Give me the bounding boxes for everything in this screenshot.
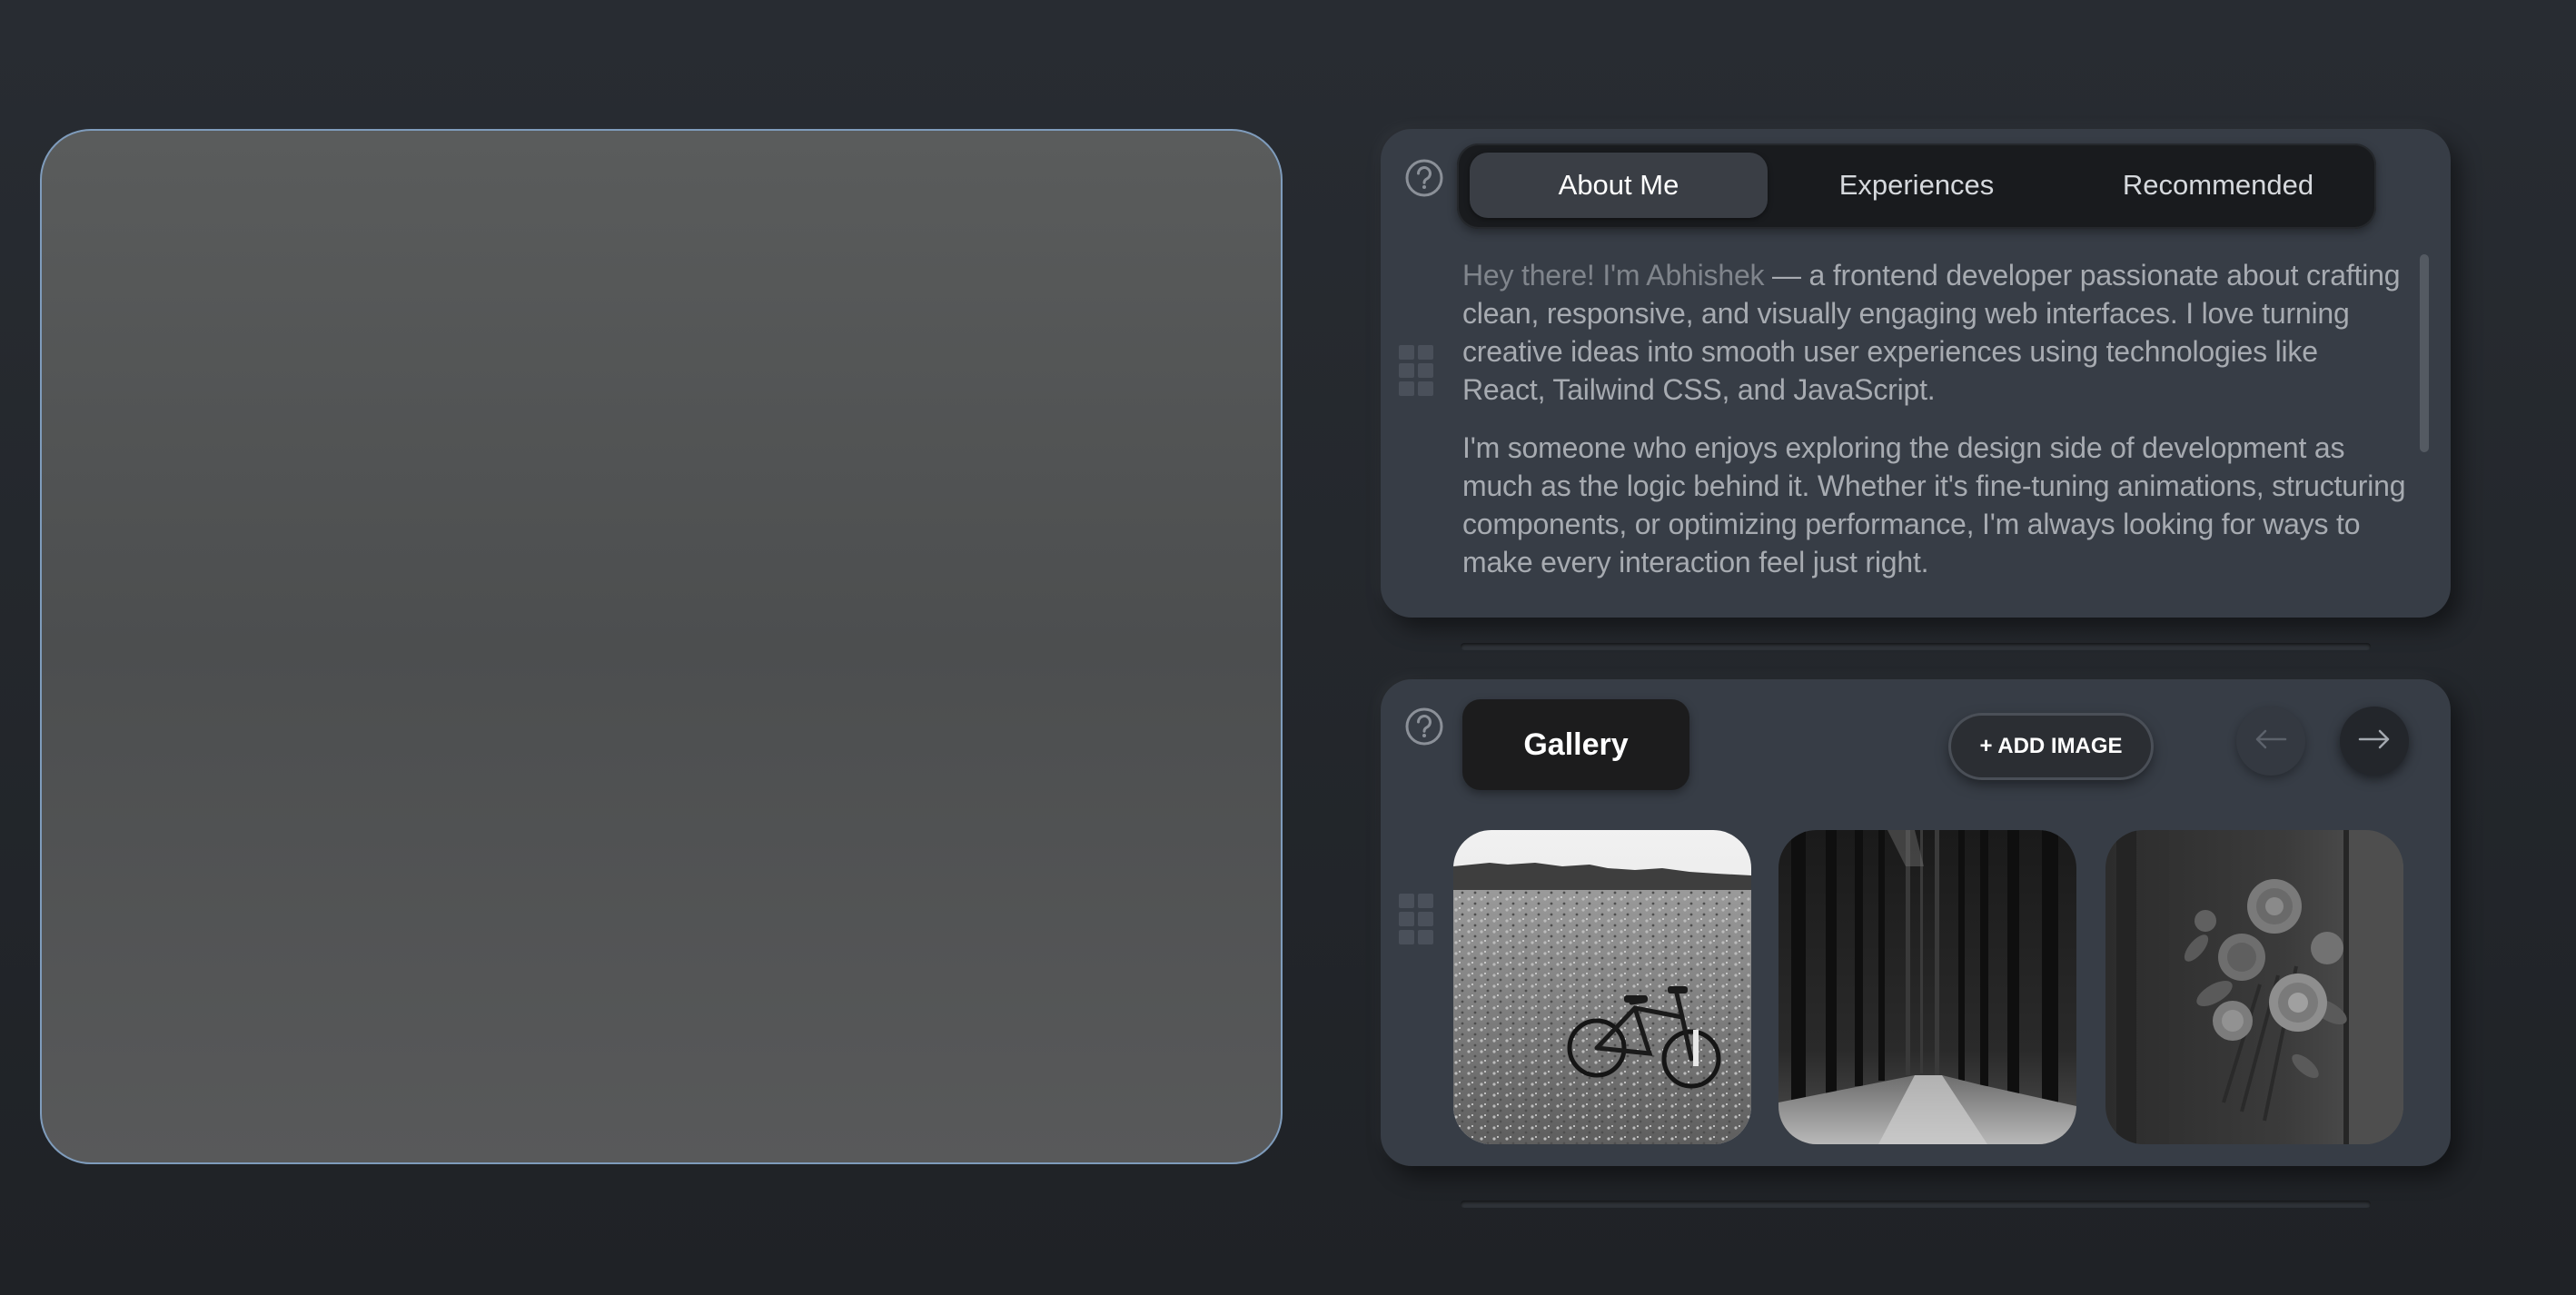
- blank-preview-panel: [40, 129, 1283, 1164]
- gallery-image-forest[interactable]: [1778, 830, 2076, 1144]
- grid-icon[interactable]: [1399, 894, 1435, 944]
- help-icon[interactable]: [1404, 707, 1444, 746]
- tab-experiences[interactable]: Experiences: [1768, 153, 2066, 218]
- gallery-image-bicycle[interactable]: [1453, 830, 1751, 1144]
- about-intro: Hey there! I'm Abhishek: [1462, 259, 1765, 292]
- gallery-title: Gallery: [1462, 699, 1689, 790]
- help-icon[interactable]: [1404, 158, 1444, 198]
- tab-about-me[interactable]: About Me: [1470, 153, 1768, 218]
- about-text: Hey there! I'm Abhishek — a frontend dev…: [1462, 256, 2407, 601]
- about-card: About Me Experiences Recommended Hey the…: [1381, 129, 2451, 618]
- divider: [1461, 643, 2371, 650]
- tab-bar: About Me Experiences Recommended: [1457, 143, 2376, 229]
- scrollbar-thumb[interactable]: [2420, 254, 2429, 452]
- arrow-right-icon: [2358, 728, 2391, 755]
- divider: [1461, 1201, 2371, 1208]
- next-button[interactable]: [2340, 707, 2409, 776]
- gallery-image-roses[interactable]: [2105, 830, 2403, 1144]
- previous-button[interactable]: [2236, 707, 2305, 776]
- grid-icon[interactable]: [1399, 345, 1435, 396]
- tab-recommended[interactable]: Recommended: [2069, 153, 2367, 218]
- about-paragraph-2: I'm someone who enjoys exploring the des…: [1462, 431, 2406, 578]
- about-paragraph-1: Hey there! I'm Abhishek — a frontend dev…: [1462, 256, 2407, 409]
- arrow-left-icon: [2254, 728, 2287, 755]
- gallery-card: Gallery + ADD IMAGE: [1381, 679, 2451, 1166]
- add-image-button[interactable]: + ADD IMAGE: [1951, 716, 2151, 777]
